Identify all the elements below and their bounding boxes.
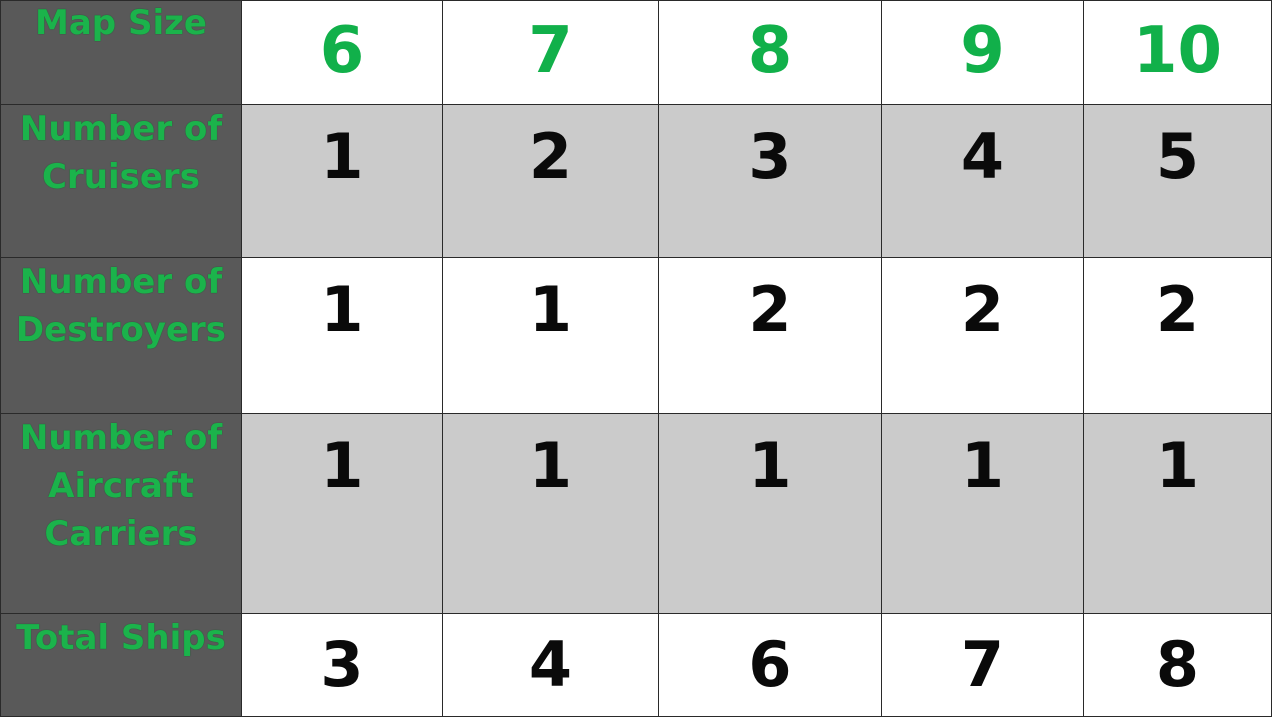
cruisers-count-cell: 3 bbox=[658, 104, 882, 259]
destroyers-count-cell: 1 bbox=[241, 257, 443, 414]
row-label-line: Number of bbox=[19, 262, 223, 303]
cruisers-count-cell: 1 bbox=[241, 104, 443, 259]
total-ships-count-cell: 8 bbox=[1083, 612, 1272, 718]
map-size-value: 7 bbox=[442, 0, 659, 106]
destroyers-count-cell: 1 bbox=[442, 257, 659, 414]
row-label-line: Destroyers bbox=[15, 310, 227, 351]
row-label-line: Carriers bbox=[44, 513, 198, 554]
ships-by-map-size-table: Map Size 6 7 8 9 10 Number of Cruisers 1… bbox=[0, 0, 1272, 718]
total-ships-count-cell: 6 bbox=[658, 612, 882, 718]
aircraft-carriers-count-cell: 1 bbox=[658, 412, 882, 614]
map-size-value: 10 bbox=[1083, 0, 1272, 106]
map-size-value: 9 bbox=[881, 0, 1084, 106]
map-size-value: 8 bbox=[658, 0, 882, 106]
destroyers-row: Number of Destroyers 1 1 2 2 2 bbox=[0, 257, 1272, 414]
map-size-label-text: Map Size bbox=[35, 3, 207, 43]
destroyers-count-cell: 2 bbox=[1083, 257, 1272, 414]
row-label-line: Number of bbox=[19, 109, 223, 150]
aircraft-carriers-count-cell: 1 bbox=[881, 412, 1084, 614]
cruisers-count-cell: 5 bbox=[1083, 104, 1272, 259]
aircraft-carriers-row: Number of Aircraft Carriers 1 1 1 1 1 bbox=[0, 412, 1272, 614]
cruisers-row-label: Number of Cruisers bbox=[0, 104, 242, 259]
map-size-value: 6 bbox=[241, 0, 443, 106]
destroyers-count-cell: 2 bbox=[881, 257, 1084, 414]
destroyers-row-label: Number of Destroyers bbox=[0, 257, 242, 414]
row-label-line: Cruisers bbox=[42, 157, 200, 198]
row-label-line: Number of bbox=[19, 417, 223, 458]
total-ships-count-cell: 7 bbox=[881, 612, 1084, 718]
row-label-line: Total Ships bbox=[16, 617, 226, 658]
aircraft-carriers-count-cell: 1 bbox=[1083, 412, 1272, 614]
cruisers-count-cell: 4 bbox=[881, 104, 1084, 259]
destroyers-count-cell: 2 bbox=[658, 257, 882, 414]
total-ships-count-cell: 4 bbox=[442, 612, 659, 718]
map-size-row: Map Size 6 7 8 9 10 bbox=[0, 0, 1272, 106]
aircraft-carriers-count-cell: 1 bbox=[442, 412, 659, 614]
total-ships-row: Total Ships 3 4 6 7 8 bbox=[0, 612, 1272, 718]
total-ships-count-cell: 3 bbox=[241, 612, 443, 718]
aircraft-carriers-count-cell: 1 bbox=[241, 412, 443, 614]
cruisers-row: Number of Cruisers 1 2 3 4 5 bbox=[0, 104, 1272, 259]
map-size-label: Map Size bbox=[0, 0, 242, 106]
row-label-line: Aircraft bbox=[48, 465, 194, 506]
total-ships-row-label: Total Ships bbox=[0, 612, 242, 718]
cruisers-count-cell: 2 bbox=[442, 104, 659, 259]
aircraft-carriers-row-label: Number of Aircraft Carriers bbox=[0, 412, 242, 614]
